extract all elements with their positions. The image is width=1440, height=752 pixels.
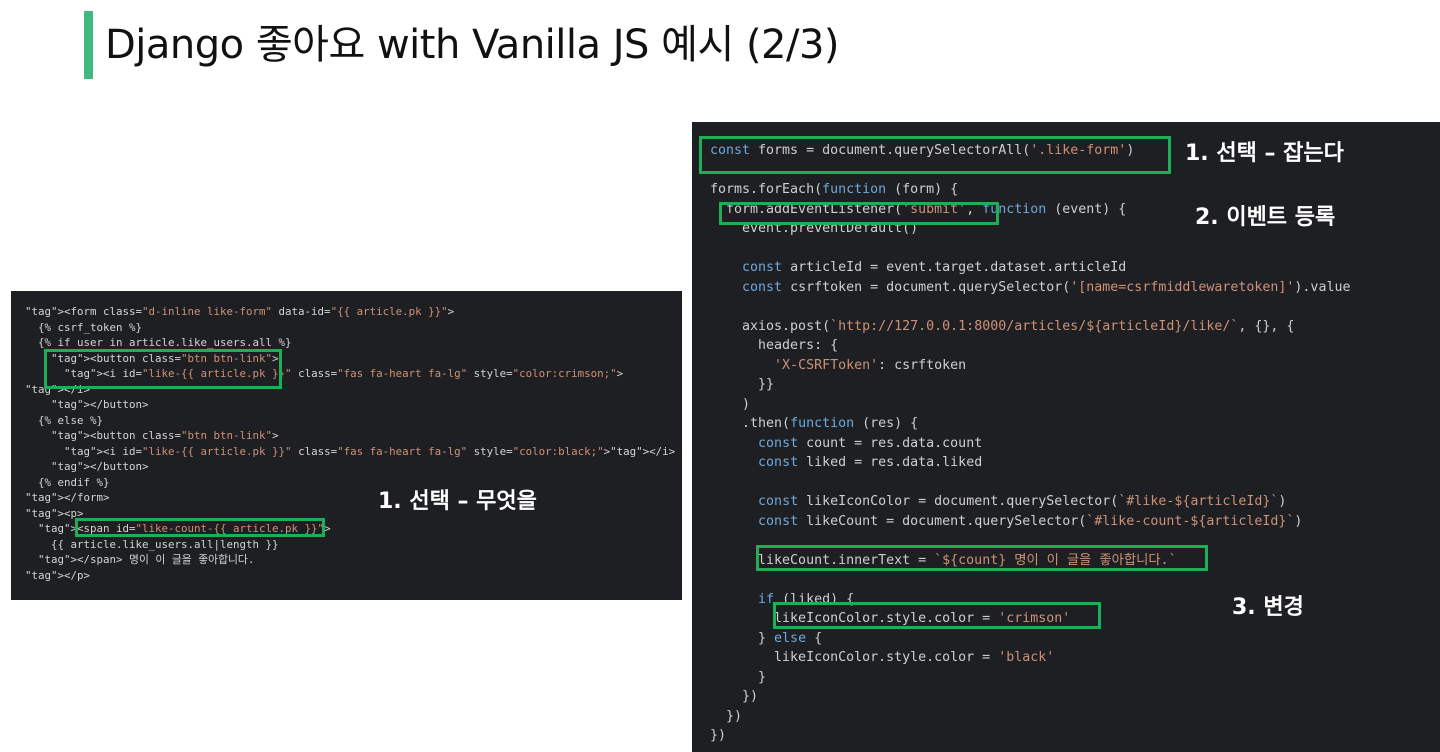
code-line: likeIconColor.style.color = 'black': [710, 650, 1055, 665]
code-line: axios.post(`http://127.0.0.1:8000/articl…: [710, 318, 1295, 334]
highlight-queryselector-box: [699, 136, 1171, 174]
js-code: const forms = document.querySelectorAll(…: [710, 141, 1350, 746]
title-accent-bar: [84, 11, 93, 79]
code-line: const count = res.data.count: [758, 435, 983, 451]
code-line: {% else %}: [25, 413, 104, 427]
code-line: {{ article.like_users.all|length }}: [25, 537, 279, 551]
code-line: .then(function (res) {: [710, 416, 919, 431]
code-line: const likeCount = document.querySelector…: [758, 513, 1303, 529]
code-line: "tag"><form class="d-inline like-form" d…: [25, 305, 455, 318]
code-line: "tag"></button>: [51, 460, 149, 473]
code-line: "tag"><button class="btn btn-link">: [51, 429, 279, 442]
highlight-addeventlistener-box: [719, 202, 999, 225]
code-line: "tag"></span> 명이 이 글을 좋아합니다.: [38, 553, 255, 566]
code-line: }): [710, 689, 759, 704]
highlight-innertext-box: [756, 545, 1208, 571]
code-line: }}: [710, 377, 775, 392]
template-code-panel: "tag"><form class="d-inline like-form" d…: [11, 291, 682, 600]
code-line: "tag"></button>: [51, 398, 149, 411]
code-line: }: [710, 669, 767, 685]
code-line: } else {: [710, 630, 823, 646]
code-line: const csrftoken = document.querySelector…: [742, 279, 1351, 295]
code-line: {% endif %}: [25, 475, 110, 489]
annotation-select-grab: 1. 선택 – 잡는다: [1185, 141, 1344, 166]
code-line: const likeIconColor = document.querySele…: [758, 494, 1287, 509]
code-line: }): [710, 728, 727, 743]
template-code: "tag"><form class="d-inline like-form" d…: [25, 304, 675, 583]
annotation-select-what: 1. 선택 – 무엇을: [378, 489, 537, 514]
annotation-change: 3. 변경: [1232, 595, 1304, 620]
code-line: 'X-CSRFToken': csrftoken: [774, 357, 967, 373]
code-line: const liked = res.data.liked: [758, 455, 983, 470]
highlight-span-id-box: [75, 518, 325, 537]
highlight-button-i-box: [44, 349, 282, 389]
code-line: }): [710, 708, 743, 724]
code-line: "tag"><i id="like-{{ article.pk }}" clas…: [64, 444, 676, 458]
highlight-crimson-box: [773, 602, 1101, 629]
js-code-panel: const forms = document.querySelectorAll(…: [692, 122, 1440, 752]
code-line: headers: {: [710, 338, 839, 353]
code-line: forms.forEach(function (form) {: [710, 182, 959, 197]
code-line: ): [710, 396, 751, 412]
code-line: "tag"></p>: [25, 568, 91, 582]
slide-title: Django 좋아요 with Vanilla JS 예시 (2/3): [105, 22, 840, 68]
annotation-event-register: 2. 이벤트 등록: [1195, 205, 1336, 230]
code-line: {% csrf_token %}: [25, 320, 143, 334]
code-line: const articleId = event.target.dataset.a…: [742, 260, 1127, 275]
code-line: "tag"></form>: [25, 491, 110, 504]
